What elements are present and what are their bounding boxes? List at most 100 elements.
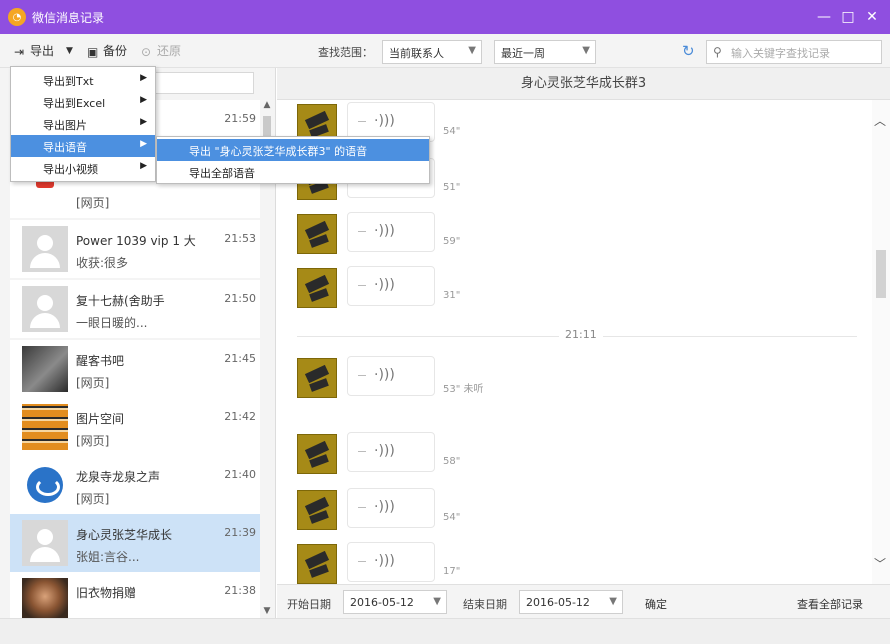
voice-duration: 58" — [443, 456, 461, 467]
end-date-field[interactable]: 2016-05-12 ▼ — [519, 590, 623, 614]
voice-wave-icon: ·))) — [374, 367, 395, 383]
voice-wave-icon: ·))) — [374, 223, 395, 239]
submenu-arrow-icon: ▶ — [140, 161, 147, 171]
backup-button[interactable]: ▣ 备份 — [87, 42, 127, 59]
chevron-down-icon[interactable]: ﹀ — [874, 555, 886, 572]
voice-duration: 31" — [443, 290, 461, 301]
voice-wave-icon: ·))) — [374, 113, 395, 129]
contact-time: 21:53 — [224, 232, 256, 245]
contact-name: Power 1039 vip 1 大 — [76, 234, 196, 248]
avatar — [297, 434, 337, 474]
export-menu: 导出到Txt ▶ 导出到Excel ▶ 导出图片 ▶ 导出语音 ▶ 导出小视频 … — [10, 66, 156, 182]
time-divider: 21:11 — [297, 328, 857, 341]
voice-message: ·))) 54" — [297, 488, 697, 532]
avatar — [22, 462, 68, 508]
title-bar: ◔ 微信消息记录 — □ ✕ — [0, 0, 890, 34]
divider — [358, 285, 366, 286]
menu-item-export-current-voice[interactable]: 导出 "身心灵张芝华成长群3" 的语音 — [157, 139, 429, 161]
voice-message: ·))) 59" — [297, 212, 697, 256]
chevron-down-icon: ▼ — [582, 45, 590, 56]
contact-name: 图片空间 — [76, 412, 125, 426]
contact-name: 旧衣物捐赠 — [76, 586, 137, 600]
search-placeholder: 输入关键字查找记录 — [731, 47, 830, 60]
contact-last-message: [网页] — [76, 492, 110, 506]
contact-time: 21:50 — [224, 292, 256, 305]
period-select-value: 最近一周 — [501, 47, 545, 60]
chat-scrollbar[interactable]: ︿ ﹀ — [872, 100, 890, 584]
menu-item-label: 导出 "身心灵张芝华成长群3" 的语音 — [189, 145, 368, 158]
menu-item-export-video[interactable]: 导出小视频 ▶ — [11, 157, 155, 179]
contact-time: 21:40 — [224, 468, 256, 481]
export-icon: ⇥ — [14, 44, 25, 59]
menu-item-label: 导出全部语音 — [189, 167, 255, 180]
menu-item-export-images[interactable]: 导出图片 ▶ — [11, 113, 155, 135]
avatar — [297, 544, 337, 584]
voice-duration: 53" 未听 — [443, 384, 484, 395]
voice-message: ·))) 17" — [297, 542, 697, 584]
scroll-down-icon[interactable]: ▼ — [262, 606, 272, 616]
avatar — [297, 214, 337, 254]
range-select-value: 当前联系人 — [389, 47, 444, 60]
contact-last-message: [网页] — [76, 434, 110, 448]
avatar — [22, 346, 68, 392]
confirm-button[interactable]: 确定 — [645, 596, 667, 612]
voice-bubble[interactable]: ·))) — [347, 266, 435, 306]
window-title: 微信消息记录 — [32, 10, 105, 25]
voice-wave-icon: ·))) — [374, 443, 395, 459]
menu-item-export-txt[interactable]: 导出到Txt ▶ — [11, 69, 155, 91]
list-item[interactable]: 醒客书吧 21:45 [网页] — [10, 340, 260, 398]
start-date-field[interactable]: 2016-05-12 ▼ — [343, 590, 447, 614]
menu-item-label: 导出到Txt — [43, 75, 94, 88]
chevron-up-icon[interactable]: ︿ — [874, 112, 886, 129]
list-item[interactable]: 图片空间 21:42 [网页] — [10, 398, 260, 456]
voice-bubble[interactable]: ·))) — [347, 212, 435, 252]
voice-wave-icon: ·))) — [374, 553, 395, 569]
range-select[interactable]: 当前联系人 ▼ — [382, 40, 482, 64]
scroll-up-icon[interactable]: ▲ — [262, 100, 272, 110]
export-button[interactable]: ⇥ 导出 ▼ — [14, 42, 73, 59]
submenu-arrow-icon: ▶ — [140, 95, 147, 105]
list-item[interactable]: 复十七赫(舍助手 21:50 一眼日暖的... — [10, 280, 260, 338]
contact-name: 龙泉寺龙泉之声 — [76, 470, 161, 484]
start-date-value: 2016-05-12 — [350, 596, 414, 609]
scrollbar-thumb[interactable] — [876, 250, 886, 298]
menu-item-label: 导出小视频 — [43, 163, 98, 176]
divider — [358, 121, 366, 122]
chevron-down-icon: ▼ — [433, 596, 441, 607]
voice-duration: 54" — [443, 126, 461, 137]
voice-duration: 59" — [443, 236, 461, 247]
end-date-label: 结束日期 — [463, 598, 507, 611]
voice-bubble[interactable]: ·))) — [347, 432, 435, 472]
menu-item-export-all-voice[interactable]: 导出全部语音 — [157, 161, 429, 183]
contact-last-message: 收获:很多 — [76, 256, 129, 270]
list-item[interactable]: 龙泉寺龙泉之声 21:40 [网页] — [10, 456, 260, 514]
list-item[interactable]: Power 1039 vip 1 大 21:53 收获:很多 — [10, 220, 260, 278]
status-bar — [0, 618, 890, 644]
chevron-down-icon: ▼ — [66, 45, 73, 56]
restore-icon: ⊙ — [140, 44, 152, 59]
contact-last-message: [网页] — [76, 376, 110, 390]
menu-item-export-excel[interactable]: 导出到Excel ▶ — [11, 91, 155, 113]
divider — [358, 375, 366, 376]
chevron-down-icon: ▼ — [468, 45, 476, 56]
minimize-button[interactable]: — — [812, 6, 836, 28]
restore-button[interactable]: ⊙ 还原 — [141, 42, 181, 59]
view-all-records-button[interactable]: 查看全部记录 — [797, 596, 863, 612]
window-controls: — □ ✕ — [812, 6, 884, 28]
period-select[interactable]: 最近一周 ▼ — [494, 40, 596, 64]
avatar — [22, 286, 68, 332]
voice-bubble[interactable]: ·))) — [347, 356, 435, 396]
voice-bubble[interactable]: ·))) — [347, 542, 435, 582]
refresh-icon[interactable]: ↻ — [682, 42, 698, 60]
date-filter-bar: 开始日期 2016-05-12 ▼ 结束日期 2016-05-12 ▼ 确定 查… — [277, 584, 890, 618]
contact-time: 21:45 — [224, 352, 256, 365]
close-button[interactable]: ✕ — [860, 6, 884, 28]
list-item-selected[interactable]: 身心灵张芝华成长 21:39 张姐:言谷... — [10, 514, 260, 572]
submenu-arrow-icon: ▶ — [140, 117, 147, 127]
search-input[interactable]: ⚲ 输入关键字查找记录 — [706, 40, 882, 64]
contact-time: 21:59 — [224, 112, 256, 125]
maximize-button[interactable]: □ — [836, 6, 860, 28]
contact-name: 复十七赫(舍助手 — [76, 294, 165, 308]
menu-item-export-voice[interactable]: 导出语音 ▶ — [11, 135, 155, 157]
voice-bubble[interactable]: ·))) — [347, 488, 435, 528]
